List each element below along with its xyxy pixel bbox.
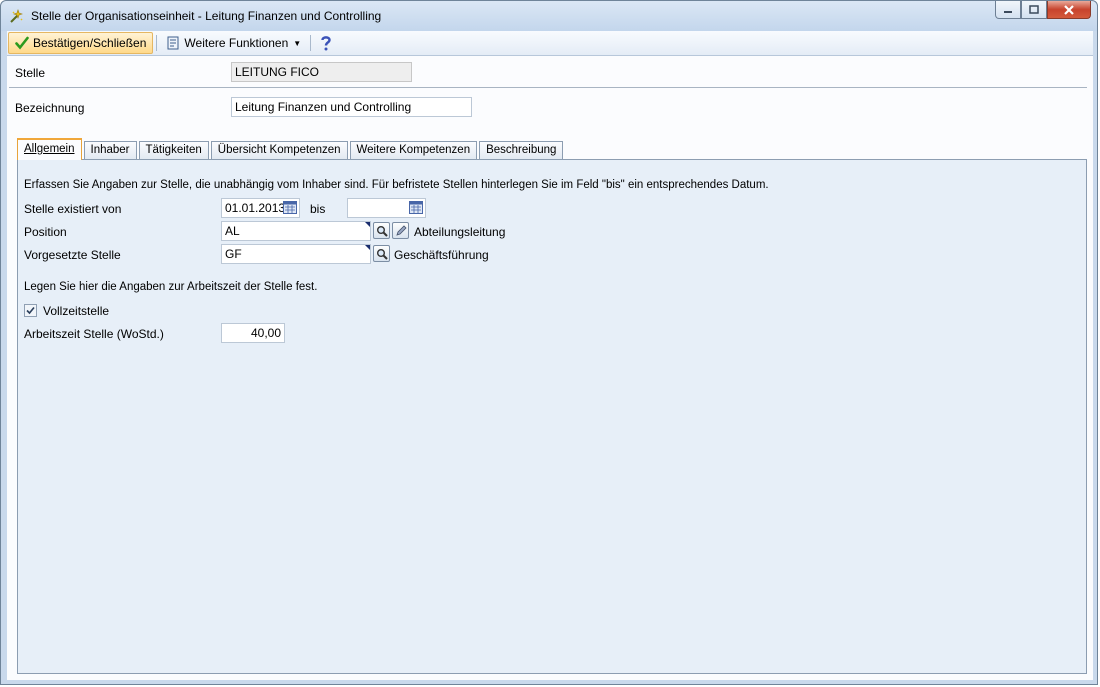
tab-panel-allgemein: Erfassen Sie Angaben zur Stelle, die una… [17,159,1087,674]
tab-beschreibung-label: Beschreibung [486,144,557,156]
maximize-button[interactable] [1021,1,1047,19]
functions-list-icon [167,36,179,50]
title-bar[interactable]: Stelle der Organisationseinheit - Leitun… [1,1,1097,31]
superior-input[interactable]: GF [221,244,371,264]
lookup-corner-marker [365,245,370,250]
close-button[interactable] [1047,1,1091,19]
maximize-icon [1029,5,1039,14]
dialog-window: Stelle der Organisationseinheit - Leitun… [0,0,1098,685]
minimize-button[interactable] [995,1,1021,19]
position-edit-button[interactable] [392,222,409,239]
tab-taetigkeiten[interactable]: Tätigkeiten [138,141,209,160]
more-functions-label: Weitere Funktionen [184,36,289,50]
superior-value: GF [225,247,242,261]
exists-from-input[interactable]: 01.01.2013 [221,198,300,218]
fulltime-checkbox[interactable] [24,304,37,317]
position-description: Abteilungsleitung [414,225,506,239]
bis-label: bis [310,202,326,216]
toolbar: Bestätigen/Schließen Weitere Funktionen … [7,31,1093,56]
tab-allgemein[interactable]: Allgemein [17,138,82,160]
tab-beschreibung[interactable]: Beschreibung [479,141,564,160]
close-icon [1064,4,1074,15]
pencil-icon [395,224,407,236]
tab-strip: Allgemein Inhaber Tätigkeiten Übersicht … [17,138,565,160]
position-search-button[interactable] [373,222,390,239]
calendar-icon[interactable] [283,201,297,214]
window-controls [995,1,1091,21]
calendar-icon[interactable] [409,201,423,214]
help-icon [321,36,331,51]
confirm-close-label: Bestätigen/Schließen [33,36,147,50]
toolbar-separator [310,35,312,51]
tab-weitere-kompetenzen[interactable]: Weitere Kompetenzen [349,141,478,160]
superior-label: Vorgesetzte Stelle [24,248,121,262]
checkmark-icon [26,306,35,315]
header-divider [9,87,1087,88]
hours-label: Arbeitszeit Stelle (WoStd.) [24,327,164,341]
more-functions-button[interactable]: Weitere Funktionen ▼ [160,32,307,54]
superior-search-button[interactable] [373,245,390,262]
bis-input[interactable] [347,198,426,218]
confirm-close-button[interactable]: Bestätigen/Schließen [8,32,154,54]
superior-description: Geschäftsführung [394,248,489,262]
position-label: Position [24,225,67,239]
tab-taetigkeiten-label: Tätigkeiten [145,144,202,156]
stelle-field: LEITUNG FICO [231,62,412,82]
tab-inhaber[interactable]: Inhaber [83,141,137,160]
worktime-intro: Legen Sie hier die Angaben zur Arbeitsze… [24,281,318,293]
stelle-label: Stelle [15,66,46,80]
content-area: Stelle LEITUNG FICO Bezeichnung Leitung … [7,56,1093,680]
position-input[interactable]: AL [221,221,371,241]
tab-weitere-kompetenzen-label: Weitere Kompetenzen [356,144,471,156]
exists-from-label: Stelle existiert von [24,202,122,216]
tab-allgemein-label: Allgemein [24,143,75,155]
lookup-corner-marker [365,222,370,227]
position-value: AL [225,224,240,238]
tab-inhaber-label: Inhaber [90,144,130,156]
tab-uebersicht-kompetenzen[interactable]: Übersicht Kompetenzen [210,141,348,160]
magnifier-icon [376,225,388,237]
minimize-icon [1004,10,1012,13]
hours-input[interactable]: 40,00 [221,323,285,343]
toolbar-separator [156,35,158,51]
window-title: Stelle der Organisationseinheit - Leitun… [31,9,382,23]
tab-uebersicht-kompetenzen-label: Übersicht Kompetenzen [217,144,341,156]
bezeichnung-input[interactable]: Leitung Finanzen und Controlling [231,97,472,117]
intro-text: Erfassen Sie Angaben zur Stelle, die una… [24,179,769,191]
magnifier-icon [376,248,388,260]
chevron-down-icon: ▼ [293,38,302,48]
exists-from-value: 01.01.2013 [225,201,286,215]
help-button[interactable] [314,32,342,54]
fulltime-label: Vollzeitstelle [43,304,110,318]
checkmark-icon [15,36,29,50]
app-wand-icon [10,9,23,23]
bezeichnung-label: Bezeichnung [15,101,85,115]
